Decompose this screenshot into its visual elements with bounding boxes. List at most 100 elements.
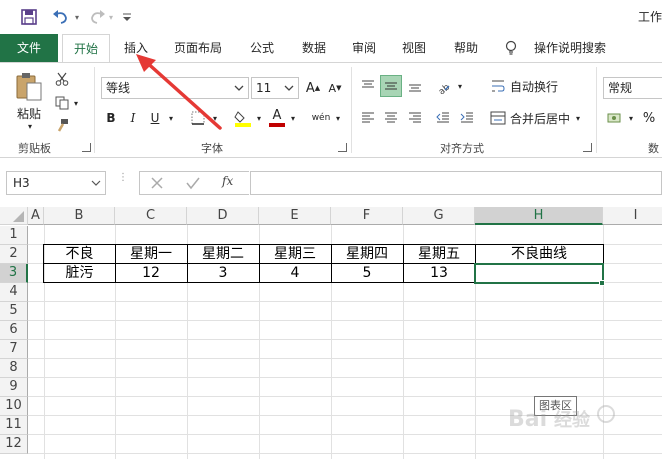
align-bottom-icon[interactable] <box>405 75 425 97</box>
cell-E2[interactable]: 星期三 <box>259 245 331 264</box>
decrease-indent-icon[interactable] <box>433 107 453 129</box>
formula-bar-grip-icon[interactable]: ⋮ <box>118 173 128 191</box>
phonetic-dropdown-icon[interactable]: ▾ <box>334 107 342 129</box>
formula-input[interactable] <box>250 171 662 195</box>
format-painter-icon[interactable] <box>52 115 72 135</box>
cell-H2[interactable]: 不良曲线 <box>475 245 603 264</box>
merge-center-button[interactable]: 合并后居中 <box>508 107 572 129</box>
bold-button[interactable]: B <box>102 107 120 129</box>
align-right-icon[interactable] <box>405 107 425 129</box>
cell-E3[interactable]: 4 <box>259 264 331 283</box>
row-header-1[interactable]: 1 <box>0 226 28 245</box>
col-header-C[interactable]: C <box>115 207 187 225</box>
col-header-D[interactable]: D <box>187 207 259 225</box>
paste-icon[interactable] <box>12 69 46 103</box>
ribbon-home: 粘贴 ▾ ▾ 剪贴板 等线 11 A ▲ A ▼ B I U ▾ ▾ ▾ A ▾ w… <box>0 62 662 158</box>
tab-data[interactable]: 数据 <box>292 34 336 62</box>
align-top-icon[interactable] <box>358 75 378 97</box>
cut-icon[interactable] <box>52 69 72 89</box>
customize-toolbar-icon[interactable] <box>120 7 134 27</box>
wrap-text-icon[interactable] <box>488 75 508 97</box>
row-header-2[interactable]: 2 <box>0 245 28 264</box>
col-header-E[interactable]: E <box>259 207 331 225</box>
row-header-8[interactable]: 8 <box>0 359 28 378</box>
row-header-6[interactable]: 6 <box>0 321 28 340</box>
insert-function-icon[interactable]: fx <box>222 174 233 188</box>
orientation-dropdown-icon[interactable]: ▾ <box>455 75 465 97</box>
row-header-7[interactable]: 7 <box>0 340 28 359</box>
tab-home[interactable]: 开始 <box>62 34 110 63</box>
accounting-dropdown-icon[interactable]: ▾ <box>626 107 636 129</box>
save-icon[interactable] <box>18 7 40 27</box>
cell-F3[interactable]: 5 <box>331 264 403 283</box>
col-header-H[interactable]: H <box>475 207 603 225</box>
merge-center-icon[interactable] <box>488 107 508 129</box>
cell-B3[interactable]: 脏污 <box>44 264 115 283</box>
name-box[interactable]: H3 <box>6 171 106 195</box>
orientation-icon[interactable]: ab <box>433 75 453 97</box>
paste-dropdown-icon[interactable]: ▾ <box>24 121 36 131</box>
row-header-3[interactable]: 3 <box>0 264 28 283</box>
font-color-icon[interactable]: A <box>266 107 288 129</box>
redo-dropdown-icon[interactable]: ▾ <box>106 7 116 27</box>
increase-indent-icon[interactable] <box>457 107 477 129</box>
row-header-10[interactable]: 10 <box>0 397 28 416</box>
cell-C3[interactable]: 12 <box>115 264 187 283</box>
align-left-icon[interactable] <box>358 107 378 129</box>
cell-B2[interactable]: 不良 <box>44 245 115 264</box>
font-dialog-launcher-icon[interactable] <box>338 143 347 152</box>
increase-font-size-icon[interactable]: A ▲ <box>303 77 323 99</box>
enter-icon[interactable] <box>186 175 200 194</box>
number-group-label: 数 <box>648 142 659 155</box>
select-all-corner[interactable] <box>0 207 28 225</box>
fill-color-icon[interactable] <box>232 107 254 129</box>
redo-icon[interactable] <box>86 7 108 27</box>
svg-text:经验: 经验 <box>554 409 591 431</box>
cell-G2[interactable]: 星期五 <box>403 245 475 264</box>
font-name-value: 等线 <box>106 81 131 95</box>
fill-color-dropdown-icon[interactable]: ▾ <box>254 107 264 129</box>
align-middle-icon[interactable] <box>380 75 402 97</box>
tell-me-search[interactable]: 操作说明搜索 <box>530 34 610 62</box>
tab-help[interactable]: 帮助 <box>444 34 488 62</box>
merge-center-dropdown-icon[interactable]: ▾ <box>572 107 584 129</box>
cell-D2[interactable]: 星期二 <box>187 245 259 264</box>
cancel-icon[interactable] <box>150 175 164 194</box>
decrease-font-size-icon[interactable]: A ▼ <box>325 77 345 99</box>
col-header-I[interactable]: I <box>603 207 662 225</box>
row-header-11[interactable]: 11 <box>0 416 28 435</box>
clipboard-dialog-launcher-icon[interactable] <box>82 143 91 152</box>
col-header-A[interactable]: A <box>28 207 44 225</box>
col-header-G[interactable]: G <box>403 207 475 225</box>
cell-G3[interactable]: 13 <box>403 264 475 283</box>
row-header-5[interactable]: 5 <box>0 302 28 321</box>
alignment-dialog-launcher-icon[interactable] <box>583 143 592 152</box>
percent-style-button[interactable]: % <box>640 107 658 129</box>
tab-formulas[interactable]: 公式 <box>240 34 284 62</box>
font-size-select[interactable]: 11 <box>251 77 299 99</box>
col-header-F[interactable]: F <box>331 207 403 225</box>
copy-dropdown-icon[interactable]: ▾ <box>72 97 80 109</box>
undo-icon[interactable] <box>50 7 72 27</box>
cell-C2[interactable]: 星期一 <box>115 245 187 264</box>
copy-icon[interactable] <box>52 93 72 113</box>
tab-file[interactable]: 文件 <box>0 34 58 62</box>
cell-F2[interactable]: 星期四 <box>331 245 403 264</box>
col-header-B[interactable]: B <box>44 207 115 225</box>
row-header-12[interactable]: 12 <box>0 435 28 454</box>
paste-button[interactable]: 粘贴 <box>14 105 44 121</box>
row-header-9[interactable]: 9 <box>0 378 28 397</box>
undo-dropdown-icon[interactable]: ▾ <box>72 7 82 27</box>
wrap-text-button[interactable]: 自动换行 <box>508 75 560 97</box>
cell-D3[interactable]: 3 <box>187 264 259 283</box>
accounting-format-icon[interactable] <box>604 107 626 129</box>
font-color-dropdown-icon[interactable]: ▾ <box>288 107 298 129</box>
lightbulb-icon <box>500 34 522 62</box>
fill-handle[interactable] <box>599 280 605 286</box>
row-header-4[interactable]: 4 <box>0 283 28 302</box>
tab-review[interactable]: 审阅 <box>342 34 386 62</box>
align-center-icon[interactable] <box>381 107 401 129</box>
phonetic-guide-icon[interactable]: wén <box>308 107 334 129</box>
number-format-select[interactable]: 常规 <box>603 77 662 99</box>
tab-view[interactable]: 视图 <box>392 34 436 62</box>
